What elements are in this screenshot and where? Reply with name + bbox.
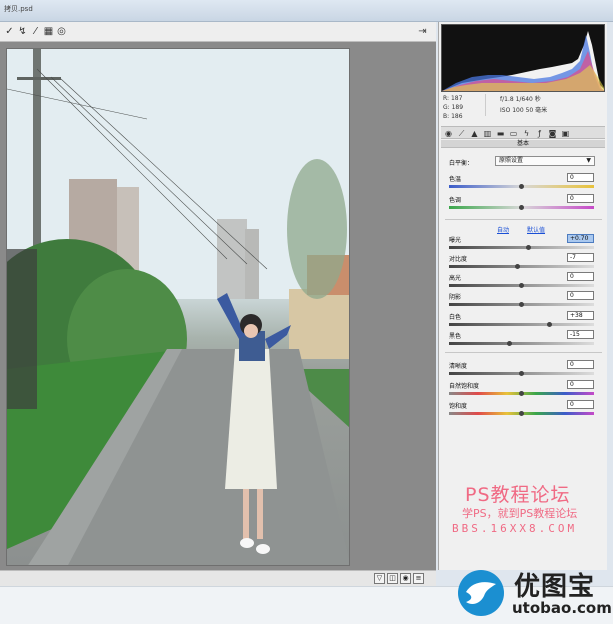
clarity-value-field[interactable]: 0 xyxy=(567,360,594,369)
whites-slider-track[interactable] xyxy=(449,323,594,326)
vibrance-label: 自然饱和度 xyxy=(449,383,480,390)
logo-name: 优图宝 xyxy=(514,572,596,602)
b-value: 186 xyxy=(451,113,463,120)
chevron-down-icon: ▼ xyxy=(586,157,591,164)
tab-hsl-icon[interactable]: ▥ xyxy=(483,129,492,138)
blacks-slider-thumb[interactable] xyxy=(507,341,513,346)
bird-logo-icon xyxy=(458,570,504,616)
exposure-value-field[interactable]: +0.70 xyxy=(567,234,594,243)
rgb-readout: R: 187 G: 189 B: 186 xyxy=(443,94,483,121)
tab-basic-icon[interactable]: ◉ xyxy=(444,129,453,138)
white-balance-value: 原照设置 xyxy=(499,157,524,164)
g-value: 189 xyxy=(451,104,464,111)
status-bar: ▽ ◫ ◉ ≡ xyxy=(0,570,436,586)
temp-slider-thumb[interactable] xyxy=(519,184,524,189)
tab-camera-calibration-icon[interactable]: ƒ xyxy=(535,129,544,138)
filter-icon[interactable]: ▽ xyxy=(374,573,385,584)
watermark-title: PS教程论坛 xyxy=(465,484,571,506)
watermark-subtitle: 学PS，就到PS教程论坛 xyxy=(462,507,578,520)
camera-line-2: ISO 100 50 毫米 xyxy=(500,107,548,114)
histogram xyxy=(441,24,605,92)
photo-scene xyxy=(7,49,349,565)
contrast-label: 对比度 xyxy=(449,256,468,263)
default-link[interactable]: 默认值 xyxy=(527,225,545,234)
clarity-label: 清晰度 xyxy=(449,363,468,370)
white-balance-select[interactable]: 原照设置 ▼ xyxy=(495,156,595,166)
white-balance-tool-icon[interactable]: ✓ xyxy=(4,25,15,38)
logo-url: utobao.com xyxy=(512,599,612,617)
tool-bar: ✓ ↯ ⁄ ▦ ◎ ⇥ xyxy=(0,22,436,42)
site-logo: 优图宝 utobao.com xyxy=(456,566,612,622)
contrast-value-field[interactable]: -7 xyxy=(567,253,594,262)
before-after-icon[interactable]: ◫ xyxy=(387,573,398,584)
exposure-slider-track[interactable] xyxy=(449,246,594,249)
saturation-slider-thumb[interactable] xyxy=(519,411,524,416)
b-label: B: xyxy=(443,113,450,120)
vibrance-value-field[interactable]: 0 xyxy=(567,380,594,389)
r-value: 187 xyxy=(450,95,463,102)
auto-link[interactable]: 自动 xyxy=(497,225,509,234)
section-header: 基本 xyxy=(441,140,605,148)
blacks-slider-track[interactable] xyxy=(449,342,594,345)
tab-lens-icon[interactable]: ▭ xyxy=(509,129,518,138)
tint-label: 色调 xyxy=(449,197,462,204)
contrast-slider-thumb[interactable] xyxy=(514,264,520,269)
histogram-graph xyxy=(442,31,604,91)
highlights-label: 高光 xyxy=(449,275,462,282)
tint-value-field[interactable]: 0 xyxy=(567,194,594,203)
tab-effects-icon[interactable]: ϟ xyxy=(522,129,531,138)
exposure-slider-thumb[interactable] xyxy=(526,245,532,250)
window-title: 拷贝.psd xyxy=(4,5,33,13)
photo-preview xyxy=(6,48,350,566)
tab-detail-icon[interactable]: ▲ xyxy=(470,129,479,138)
highlights-slider-thumb[interactable] xyxy=(519,283,524,288)
highlights-value-field[interactable]: 0 xyxy=(567,272,594,281)
image-canvas[interactable] xyxy=(0,42,436,570)
panel-tabs: ◉ ⟋ ▲ ▥ ▬ ▭ ϟ ƒ ◙ ▣ xyxy=(441,126,605,139)
saturation-value-field[interactable]: 0 xyxy=(567,400,594,409)
saturation-label: 饱和度 xyxy=(449,403,468,410)
camera-line-1: f/1.8 1/640 秒 xyxy=(500,96,541,103)
tab-snapshots-icon[interactable]: ▣ xyxy=(561,129,570,138)
camera-info: f/1.8 1/640 秒 ISO 100 50 毫米 xyxy=(485,94,603,116)
blacks-value-field[interactable]: -15 xyxy=(567,330,594,339)
whites-label: 白色 xyxy=(449,314,462,321)
whites-value-field[interactable]: +38 xyxy=(567,311,594,320)
open-preferences-icon[interactable]: ⇥ xyxy=(416,25,429,38)
targeted-adjust-icon[interactable]: ↯ xyxy=(17,25,28,38)
brush-icon[interactable]: ⁄ xyxy=(30,25,41,38)
temp-value-field[interactable]: 0 xyxy=(567,173,594,182)
rotate-icon[interactable]: ◎ xyxy=(56,25,67,38)
vibrance-slider-thumb[interactable] xyxy=(519,391,524,396)
tab-split-tone-icon[interactable]: ▬ xyxy=(496,129,505,138)
tab-presets-icon[interactable]: ◙ xyxy=(548,129,557,138)
blacks-label: 黑色 xyxy=(449,333,462,340)
contrast-slider-track[interactable] xyxy=(449,265,594,268)
clarity-slider-thumb[interactable] xyxy=(519,371,524,376)
section-title: 基本 xyxy=(516,140,529,147)
divider xyxy=(445,219,602,220)
stamp-icon[interactable]: ▦ xyxy=(43,25,54,38)
tab-tone-curve-icon[interactable]: ⟋ xyxy=(457,129,466,138)
shadows-label: 阴影 xyxy=(449,294,462,301)
menu-icon[interactable]: ≡ xyxy=(413,573,424,584)
shadows-slider-thumb[interactable] xyxy=(519,302,524,307)
white-balance-label: 白平衡： xyxy=(449,160,474,167)
temp-label: 色温 xyxy=(449,176,462,183)
tint-slider-thumb[interactable] xyxy=(519,205,524,210)
window-titlebar: 拷贝.psd xyxy=(0,0,613,22)
g-label: G: xyxy=(443,104,450,111)
watermark-url: BBS.16XX8.COM xyxy=(452,522,578,535)
r-label: R: xyxy=(443,95,450,102)
whites-slider-thumb[interactable] xyxy=(546,322,552,327)
shadows-value-field[interactable]: 0 xyxy=(567,291,594,300)
exposure-label: 曝光 xyxy=(449,237,462,244)
divider xyxy=(445,352,602,353)
zoom-icon[interactable]: ◉ xyxy=(400,573,411,584)
